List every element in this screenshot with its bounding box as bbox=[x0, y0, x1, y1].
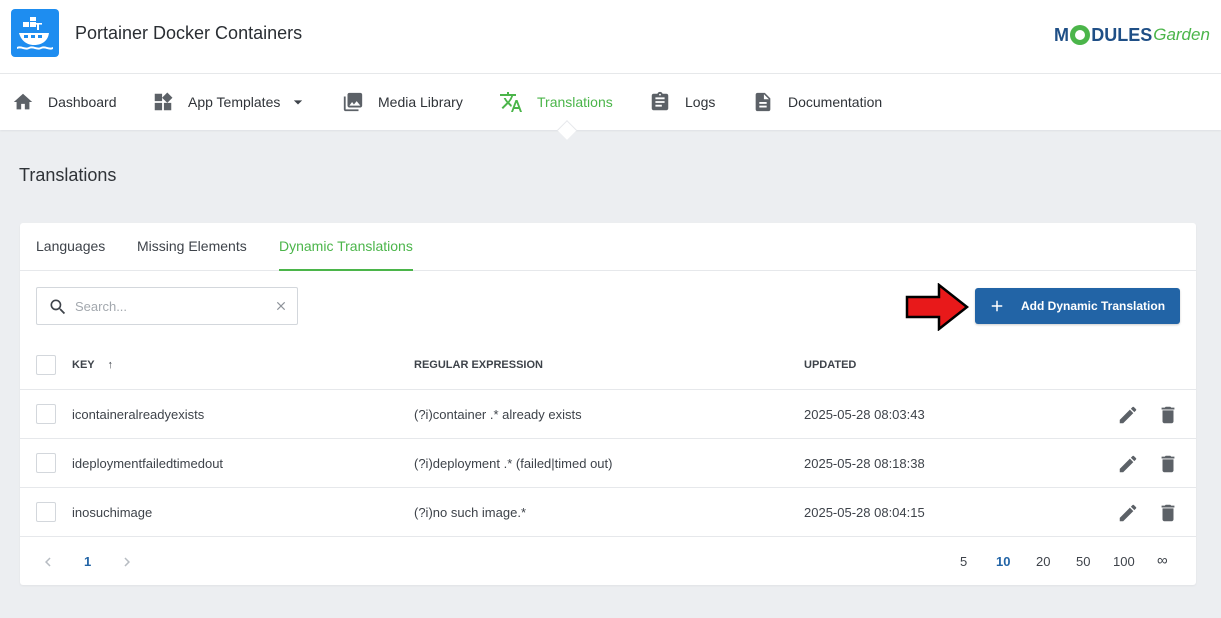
tab-dynamic-translations[interactable]: Dynamic Translations bbox=[279, 238, 413, 254]
row-checkbox[interactable] bbox=[36, 404, 56, 424]
home-icon bbox=[13, 93, 33, 110]
docker-ship-icon bbox=[17, 17, 53, 50]
table-header: KEY ↑ REGULAR EXPRESSION UPDATED bbox=[20, 341, 1196, 390]
edit-icon[interactable] bbox=[1117, 404, 1139, 426]
app-title: Portainer Docker Containers bbox=[75, 23, 303, 43]
modulesgarden-logo[interactable]: M DULES Garden bbox=[1054, 22, 1210, 48]
cell-key: inosuchimage bbox=[72, 505, 153, 520]
cell-key: ideploymentfailedtimedout bbox=[72, 456, 224, 471]
clipboard-icon bbox=[651, 91, 669, 111]
cell-updated: 2025-05-28 08:03:43 bbox=[804, 407, 925, 422]
row-checkbox[interactable] bbox=[36, 502, 56, 522]
row-checkbox[interactable] bbox=[36, 453, 56, 473]
page-number-current[interactable]: 1 bbox=[84, 554, 91, 569]
page-size-100[interactable]: 100 bbox=[1113, 554, 1135, 569]
column-header-updated[interactable]: UPDATED bbox=[804, 359, 856, 371]
table-row: inosuchimage (?i)no such image.* 2025-05… bbox=[20, 488, 1196, 537]
page-size-all[interactable]: ∞ bbox=[1157, 552, 1168, 569]
page-size-50[interactable]: 50 bbox=[1076, 554, 1090, 569]
search-icon bbox=[50, 299, 66, 315]
app-header: Portainer Docker Containers M DULES Gard… bbox=[0, 0, 1221, 74]
delete-icon[interactable] bbox=[1157, 453, 1179, 475]
column-header-key[interactable]: KEY ↑ bbox=[72, 359, 113, 371]
nav-item-app-templates[interactable]: App Templates bbox=[152, 74, 308, 130]
chevron-left-icon[interactable] bbox=[39, 553, 57, 571]
document-icon bbox=[755, 92, 771, 112]
nav-item-label: Translations bbox=[537, 94, 613, 110]
chevron-right-icon[interactable] bbox=[118, 553, 136, 571]
nav-item-label: Dashboard bbox=[48, 94, 117, 110]
table-row: ideploymentfailedtimedout (?i)deployment… bbox=[20, 439, 1196, 488]
cell-regex: (?i)no such image.* bbox=[414, 505, 526, 520]
translations-panel: Languages Missing Elements Dynamic Trans… bbox=[20, 223, 1196, 585]
nav-item-label: App Templates bbox=[188, 94, 281, 110]
nav-item-label: Documentation bbox=[788, 94, 883, 110]
add-dynamic-translation-button[interactable]: Add Dynamic Translation bbox=[975, 288, 1180, 324]
plus-icon bbox=[991, 300, 1003, 312]
edit-icon[interactable] bbox=[1117, 453, 1139, 475]
image-library-icon bbox=[343, 92, 363, 112]
clear-search-icon[interactable] bbox=[274, 299, 288, 313]
nav-item-logs[interactable]: Logs bbox=[649, 74, 715, 130]
brand-text-part1: M bbox=[1054, 24, 1070, 45]
tab-bar: Languages Missing Elements Dynamic Trans… bbox=[20, 223, 1196, 271]
cell-updated: 2025-05-28 08:18:38 bbox=[804, 456, 925, 471]
edit-icon[interactable] bbox=[1117, 502, 1139, 524]
cell-regex: (?i)deployment .* (failed|timed out) bbox=[414, 456, 613, 471]
main-nav: Dashboard App Templates Media Library Tr… bbox=[0, 74, 1221, 130]
search-input[interactable] bbox=[75, 296, 265, 316]
column-header-regular-expression[interactable]: REGULAR EXPRESSION bbox=[414, 359, 543, 371]
page-title: Translations bbox=[19, 165, 117, 185]
delete-icon[interactable] bbox=[1157, 502, 1179, 524]
sort-asc-icon: ↑ bbox=[107, 359, 113, 371]
column-header-label: KEY bbox=[72, 359, 95, 371]
table-row: icontaineralreadyexists (?i)container .*… bbox=[20, 390, 1196, 439]
nav-item-dashboard[interactable]: Dashboard bbox=[12, 74, 117, 130]
add-button-label: Add Dynamic Translation bbox=[1021, 299, 1166, 313]
nav-item-media-library[interactable]: Media Library bbox=[342, 74, 463, 130]
cell-key: icontaineralreadyexists bbox=[72, 407, 205, 422]
red-arrow-annotation-icon bbox=[905, 283, 969, 331]
nav-item-label: Logs bbox=[685, 94, 716, 110]
pagination: 1 5 10 20 50 100 ∞ bbox=[20, 539, 1196, 585]
app-logo bbox=[11, 9, 59, 57]
active-tab-indicator bbox=[279, 269, 413, 271]
page-size-20[interactable]: 20 bbox=[1036, 554, 1050, 569]
nav-item-documentation[interactable]: Documentation bbox=[752, 74, 882, 130]
nav-item-label: Media Library bbox=[378, 94, 463, 110]
tab-missing-elements[interactable]: Missing Elements bbox=[137, 238, 247, 254]
translate-icon bbox=[500, 92, 522, 112]
brand-text-part2: DULES bbox=[1091, 24, 1153, 45]
cell-regex: (?i)container .* already exists bbox=[414, 407, 582, 422]
nav-item-translations[interactable]: Translations bbox=[499, 74, 613, 130]
page-size-5[interactable]: 5 bbox=[960, 554, 967, 569]
widgets-icon bbox=[154, 92, 173, 111]
tab-languages[interactable]: Languages bbox=[36, 238, 105, 254]
delete-icon[interactable] bbox=[1157, 404, 1179, 426]
chevron-down-icon bbox=[294, 100, 303, 105]
brand-o-icon bbox=[1070, 25, 1091, 45]
search-box[interactable] bbox=[36, 287, 298, 325]
select-all-checkbox[interactable] bbox=[36, 355, 56, 375]
page-size-10[interactable]: 10 bbox=[996, 554, 1010, 569]
cell-updated: 2025-05-28 08:04:15 bbox=[804, 505, 925, 520]
brand-text-part3: Garden bbox=[1153, 25, 1210, 44]
